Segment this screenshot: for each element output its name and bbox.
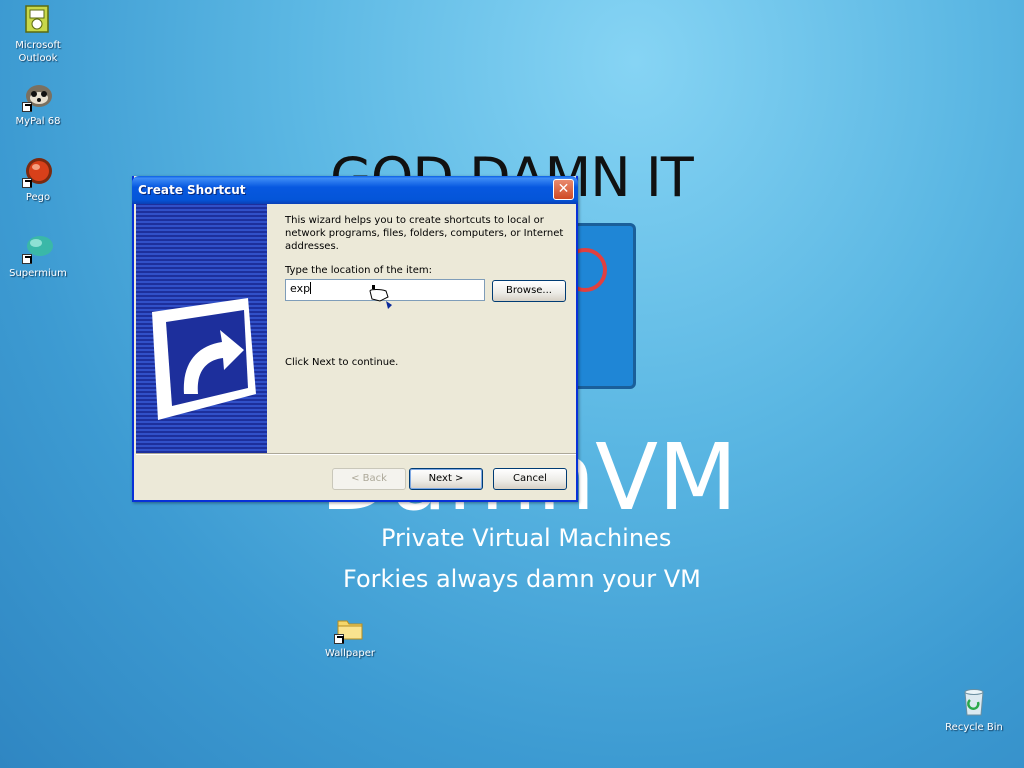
outlook-icon [22, 4, 54, 36]
continue-text: Click Next to continue. [285, 357, 399, 368]
hand-cursor-icon [369, 285, 392, 309]
desktop-icon-label: Microsoft Outlook [15, 40, 61, 64]
dialog-titlebar[interactable]: Create Shortcut ✕ [132, 176, 578, 204]
desktop-icon-wallpaper[interactable]: Wallpaper [312, 612, 388, 660]
close-icon: ✕ [557, 181, 570, 197]
browse-button[interactable]: Browse... [492, 280, 566, 302]
wallpaper-subtitle-2: Forkies always damn your VM [343, 565, 701, 593]
desktop-icon-label: Recycle Bin [945, 722, 1003, 733]
supermium-icon [22, 232, 54, 264]
shortcut-wizard-icon [152, 298, 256, 420]
pego-icon [22, 156, 54, 188]
desktop-icon-label: Wallpaper [324, 648, 376, 659]
shortcut-arrow-icon [22, 254, 32, 264]
desktop-icon-pego[interactable]: Pego [0, 156, 76, 204]
create-shortcut-dialog: Create Shortcut ✕ This wizard helps you … [132, 176, 578, 502]
text-caret [310, 282, 312, 294]
back-button[interactable]: < Back [332, 468, 406, 490]
location-label: Type the location of the item: [285, 265, 432, 276]
desktop-icon-outlook[interactable]: Microsoft Outlook [0, 4, 76, 65]
cancel-button[interactable]: Cancel [493, 468, 567, 490]
wallpaper-subtitle-1: Private Virtual Machines [381, 524, 672, 552]
mypal-icon [22, 80, 54, 112]
desktop-icon-mypal[interactable]: MyPal 68 [0, 80, 76, 128]
desktop-icon-label: Supermium [9, 268, 67, 279]
shortcut-arrow-icon [22, 102, 32, 112]
recycle-bin-icon [958, 686, 990, 718]
dialog-body: This wizard helps you to create shortcut… [267, 204, 576, 453]
dialog-title: Create Shortcut [138, 183, 246, 197]
shortcut-arrow-icon [22, 178, 32, 188]
desktop-icon-supermium[interactable]: Supermium [0, 232, 76, 280]
dialog-separator [136, 453, 576, 455]
desktop-icon-recycle-bin[interactable]: Recycle Bin [936, 686, 1012, 734]
shortcut-arrow-icon [334, 634, 344, 644]
wizard-banner [136, 204, 267, 453]
location-input-value: exp [290, 282, 311, 295]
next-button[interactable]: Next > [409, 468, 483, 490]
folder-icon [334, 612, 366, 644]
desktop-icon-label: Pego [25, 192, 51, 203]
close-button[interactable]: ✕ [553, 179, 574, 200]
desktop-icon-label: MyPal 68 [15, 116, 61, 127]
intro-text: This wizard helps you to create shortcut… [285, 215, 564, 252]
